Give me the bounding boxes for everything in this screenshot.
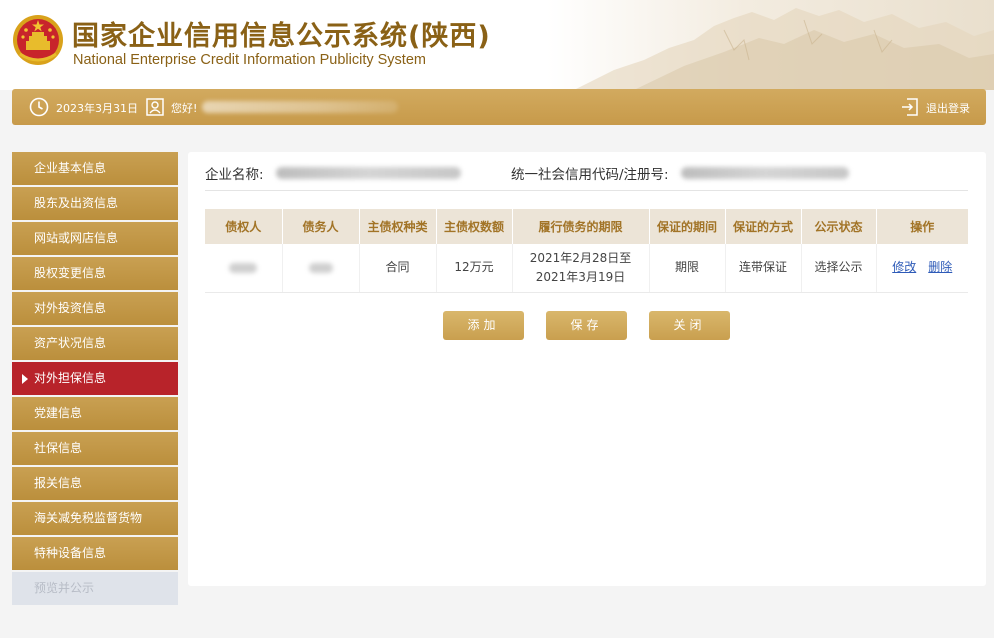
table-header-row: 债权人 债务人 主债权种类 主债权数额 履行债务的期限 保证的期间 保证的方式 … <box>205 209 968 244</box>
sidebar-item-label: 报关信息 <box>34 476 83 490</box>
greeting-text: 您好! <box>171 102 198 115</box>
sidebar-nav: 企业基本信息 股东及出资信息 网站或网店信息 股权变更信息 对外投资信息 资产状… <box>12 152 178 607</box>
sidebar-item-label: 党建信息 <box>34 406 83 420</box>
sidebar-item-label: 预览并公示 <box>34 581 95 595</box>
redacted-company-name <box>276 167 461 179</box>
table-row: 合同 12万元 2021年2月28日至 2021年3月19日 期限 连带保证 选… <box>205 244 968 293</box>
sidebar-item-equity-change[interactable]: 股权变更信息 <box>12 257 178 290</box>
site-header: 国家企业信用信息公示系统(陕西) National Enterprise Cre… <box>0 0 994 90</box>
redacted-debtor <box>308 262 333 273</box>
company-info-row: 企业名称: 统一社会信用代码/注册号: <box>205 163 968 191</box>
actions-cell: 修改 删除 <box>876 244 968 293</box>
top-bar: 2023年3月31日 您好! 退出登录 <box>12 89 986 125</box>
caret-right-icon <box>22 374 28 384</box>
mountain-landscape-decoration <box>574 8 994 90</box>
sidebar-item-investment[interactable]: 对外投资信息 <box>12 292 178 325</box>
national-emblem-icon <box>13 15 63 65</box>
sidebar-item-label: 对外投资信息 <box>34 301 107 315</box>
delete-link[interactable]: 删除 <box>928 260 952 274</box>
column-header: 债务人 <box>282 209 360 244</box>
save-button[interactable]: 保存 <box>546 311 627 340</box>
current-date: 2023年3月31日 <box>56 102 138 115</box>
column-header: 保证的期间 <box>649 209 726 244</box>
sidebar-item-basic-info[interactable]: 企业基本信息 <box>12 152 178 185</box>
debt-term-cell: 2021年2月28日至 2021年3月19日 <box>512 244 650 293</box>
sidebar-item-label: 资产状况信息 <box>34 336 107 350</box>
redacted-creditor <box>229 262 258 273</box>
column-header: 操作 <box>876 209 968 244</box>
publicity-status-cell: 选择公示 <box>801 244 877 293</box>
term-end: 2021年3月19日 <box>535 269 626 284</box>
sidebar-item-label: 特种设备信息 <box>34 546 107 560</box>
close-button[interactable]: 关闭 <box>649 311 730 340</box>
sidebar-item-social-security[interactable]: 社保信息 <box>12 432 178 465</box>
sidebar-item-assets[interactable]: 资产状况信息 <box>12 327 178 360</box>
debt-type-cell: 合同 <box>359 244 437 293</box>
sidebar-item-special-equipment[interactable]: 特种设备信息 <box>12 537 178 570</box>
clock-icon <box>29 97 49 117</box>
column-header: 履行债务的期限 <box>512 209 650 244</box>
add-button[interactable]: 添加 <box>443 311 524 340</box>
user-card-icon <box>146 98 164 116</box>
sidebar-item-customs-goods[interactable]: 海关减免税监督货物 <box>12 502 178 535</box>
site-title: 国家企业信用信息公示系统(陕西) <box>72 21 491 52</box>
column-header: 主债权种类 <box>359 209 437 244</box>
redacted-user-name <box>202 101 398 113</box>
edit-link[interactable]: 修改 <box>892 260 916 274</box>
column-header: 保证的方式 <box>725 209 802 244</box>
guarantee-method-cell: 连带保证 <box>725 244 802 293</box>
column-header: 公示状态 <box>801 209 877 244</box>
sidebar-item-party-building[interactable]: 党建信息 <box>12 397 178 430</box>
company-name-label: 企业名称: <box>205 167 264 183</box>
site-subtitle: National Enterprise Credit Information P… <box>73 52 426 68</box>
sidebar-item-label: 企业基本信息 <box>34 161 107 175</box>
sidebar-item-website[interactable]: 网站或网店信息 <box>12 222 178 255</box>
sidebar-item-customs[interactable]: 报关信息 <box>12 467 178 500</box>
sidebar-item-guarantee[interactable]: 对外担保信息 <box>12 362 178 395</box>
guarantee-period-cell: 期限 <box>649 244 726 293</box>
logout-link[interactable]: 退出登录 <box>926 100 970 116</box>
creditor-cell <box>205 244 283 293</box>
main-panel: 企业名称: 统一社会信用代码/注册号: 债权人 债务人 主债权种类 主债权数额 … <box>188 152 986 586</box>
sidebar-item-label: 海关减免税监督货物 <box>34 511 143 525</box>
credit-code-label: 统一社会信用代码/注册号: <box>511 167 669 183</box>
sidebar-item-label: 网站或网店信息 <box>34 231 119 245</box>
redacted-credit-code <box>681 167 849 179</box>
term-start: 2021年2月28日至 <box>529 250 632 265</box>
guarantee-table: 债权人 债务人 主债权种类 主债权数额 履行债务的期限 保证的期间 保证的方式 … <box>205 209 968 293</box>
column-header: 债权人 <box>205 209 283 244</box>
sidebar-item-shareholders[interactable]: 股东及出资信息 <box>12 187 178 220</box>
sidebar-item-label: 股东及出资信息 <box>34 196 119 210</box>
column-header: 主债权数额 <box>436 209 513 244</box>
logout-icon[interactable] <box>901 97 919 117</box>
sidebar-item-label: 股权变更信息 <box>34 266 107 280</box>
debt-amount-cell: 12万元 <box>436 244 513 293</box>
sidebar-item-preview-publish: 预览并公示 <box>12 572 178 605</box>
sidebar-item-label: 对外担保信息 <box>34 371 107 385</box>
debtor-cell <box>282 244 360 293</box>
sidebar-item-label: 社保信息 <box>34 441 83 455</box>
